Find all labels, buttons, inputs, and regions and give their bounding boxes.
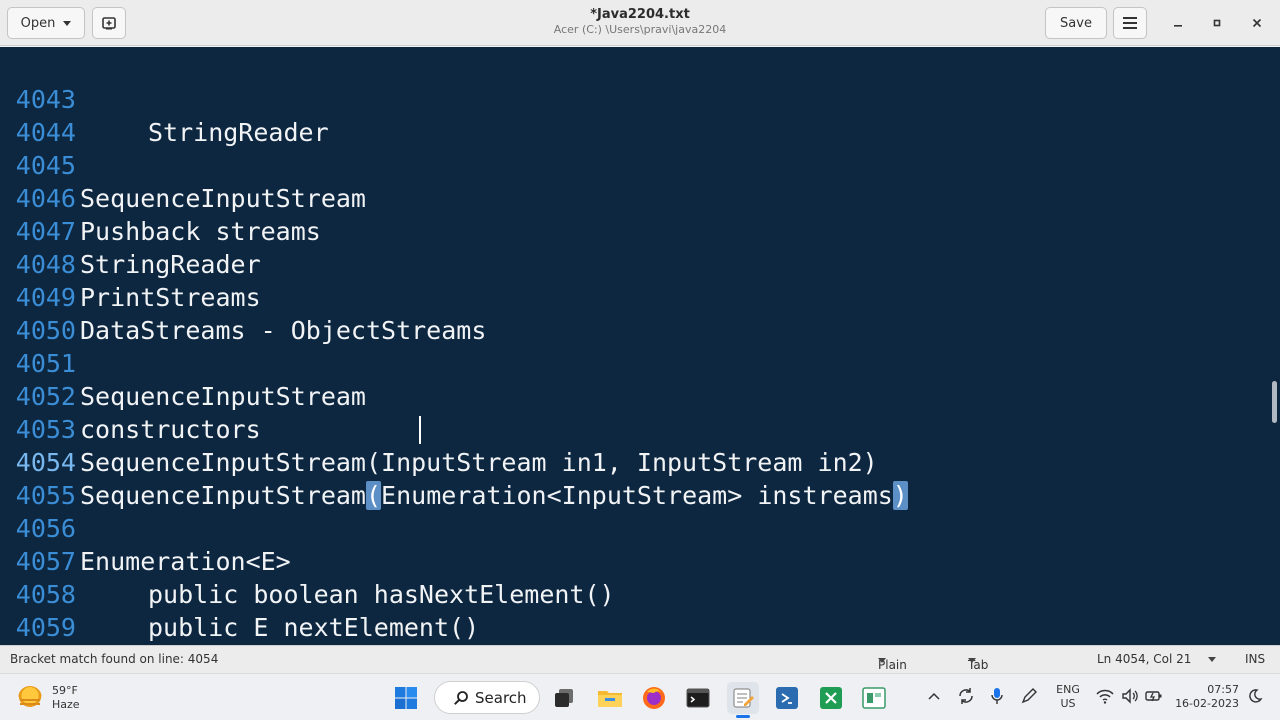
terminal-button[interactable] [682,682,714,714]
editor-line: 4047 StringReader [0,182,1270,279]
editor-line: 4046 Pushback streams [0,149,1270,246]
terminal-icon [686,688,710,708]
editor-line: 4058 public E nextElement() [0,545,1270,642]
show-hidden-icons-button[interactable] [928,688,940,704]
close-button[interactable] [1245,12,1269,34]
editor-line: 4051 SequenceInputStream [0,314,1270,411]
close-icon [1252,18,1262,28]
editor-line: 4049 DataStreams - ObjectStreams [0,248,1270,345]
editor-line: 4043 StringReader [0,50,1270,147]
weather-text: 59°F Haze [52,684,80,712]
haze-weather-icon [18,686,42,710]
maximize-button[interactable] [1205,12,1229,34]
app-button[interactable] [858,682,890,714]
vscode-button[interactable] [771,682,803,714]
language-code: ENG [1056,683,1080,696]
file-explorer-icon [598,691,622,707]
cursor-position[interactable]: Ln 4054, Col 21 [1097,652,1191,666]
network-button[interactable] [1096,688,1114,708]
search-icon [454,690,468,705]
notepad-icon [733,688,754,708]
weather-condition: Haze [52,698,80,711]
region-code: US [1060,697,1076,710]
chevron-down-icon [63,20,72,26]
wifi-icon [1096,689,1114,704]
start-icon [395,687,417,709]
file-explorer-button[interactable] [594,682,626,714]
task-view-button[interactable] [548,682,580,714]
clock[interactable]: 07:57 16-02-2023 [1175,683,1239,711]
editor-line-current: 4054 SequenceInputStream(Enumeration<Inp… [0,413,1270,510]
editor-line: 4053 SequenceInputStream(InputStream in1… [0,380,1270,477]
minimize-button[interactable] [1166,12,1190,34]
do-not-disturb-icon [1249,689,1263,703]
vscode-icon [776,687,798,709]
editor-line: 4056 Enumeration<E> [0,479,1270,576]
volume-button[interactable] [1121,688,1139,708]
editor-line: 4052 constructors [0,347,1270,444]
text-editor-button[interactable] [727,682,759,714]
clock-time: 07:57 [1207,683,1239,696]
taskbar: 59°F Haze Search ENG US 07:57 16-02-2023 [0,673,1280,720]
language-indicator[interactable]: ENG US [1055,683,1081,711]
insert-mode-indicator[interactable]: INS [1245,652,1265,666]
open-label: Open [20,15,56,31]
editor-line: 4045 SequenceInputStream [0,116,1270,213]
battery-button[interactable] [1145,688,1163,708]
save-button[interactable]: Save [1045,7,1107,39]
editor-line: 4050 [0,281,1270,345]
document-title: *Java2204.txt [590,7,690,22]
editor-line: 4048 PrintStreams [0,215,1270,312]
document-path: Acer (C:) \Users\pravi\java2204 [553,23,727,36]
microphone-button[interactable] [990,687,1004,709]
menu-button[interactable] [1113,7,1147,39]
notification-button[interactable] [1247,688,1263,708]
weather-widget[interactable]: 59°F Haze [18,682,80,714]
chevron-up-icon [928,692,940,700]
start-button[interactable] [390,682,422,714]
maximize-icon [1213,19,1221,27]
save-label: Save [1060,15,1092,31]
chevron-down-icon [878,658,886,663]
chevron-down-icon [968,658,976,663]
search-label: Search [475,688,527,707]
firefox-button[interactable] [638,682,670,714]
editor-line: 4055 [0,446,1270,510]
title-area: *Java2204.txt Acer (C:) \Users\pravi\jav… [440,6,840,37]
editor-line: 4059 [0,578,1270,642]
temperature: 59°F [52,684,78,697]
pen-button[interactable] [1020,687,1038,709]
vertical-scrollbar[interactable] [1272,381,1277,423]
status-message: Bracket match found on line: 4054 [10,652,219,666]
microphone-icon [991,688,1003,704]
hamburger-menu-icon [1123,17,1137,29]
app-icon [862,687,886,709]
battery-charging-icon [1145,691,1162,702]
sync-icon [959,688,973,704]
minimize-icon [1174,25,1182,27]
open-button[interactable]: Open [7,7,85,39]
chevron-down-icon[interactable] [1208,657,1216,662]
editor-line: 4060 [0,611,1270,644]
clock-date: 16-02-2023 [1175,697,1239,710]
new-document-button[interactable] [92,7,126,39]
editor-line: 4044 [0,83,1270,147]
spreadsheet-button[interactable] [815,682,847,714]
spreadsheet-icon [820,687,842,709]
task-view-icon [555,689,573,707]
header-bar: Open *Java2204.txt Acer (C:) \Users\prav… [0,0,1280,46]
volume-icon [1122,688,1138,704]
text-editor[interactable]: 4043 StringReader 4044 4045 SequenceInpu… [0,47,1280,645]
status-bar: Bracket match found on line: 4054 Plain … [0,645,1280,700]
editor-line: 4057 public boolean hasNextElement() [0,512,1270,609]
text-cursor [419,416,421,444]
new-document-icon [102,17,116,30]
taskbar-search[interactable]: Search [434,681,540,714]
active-app-indicator [736,715,750,718]
firefox-icon [643,687,665,709]
pen-icon [1021,688,1037,704]
sync-button[interactable] [957,687,975,709]
